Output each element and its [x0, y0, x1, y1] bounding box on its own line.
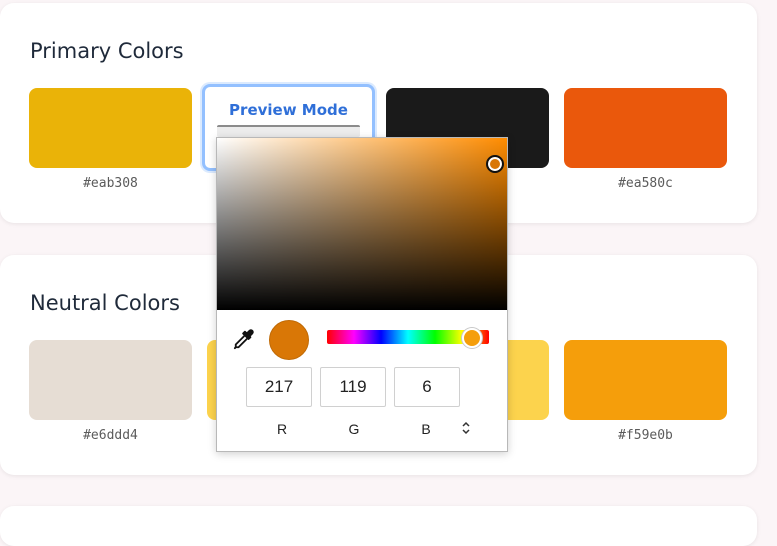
blue-channel-input[interactable]: 6 [394, 367, 460, 407]
color-swatch-primary-4[interactable] [564, 88, 727, 168]
current-color-preview [269, 320, 309, 360]
swatch-hex-label: #f59e0b [618, 428, 673, 443]
hue-slider-handle[interactable] [462, 328, 482, 348]
eyedropper-icon[interactable] [233, 328, 255, 350]
color-swatch-neutral-4[interactable] [564, 340, 727, 420]
swatch-hex-label: #eab308 [83, 176, 138, 191]
section-title: Primary Colors [30, 39, 184, 63]
color-input[interactable] [217, 125, 360, 137]
color-swatch-neutral-1[interactable] [29, 340, 192, 420]
red-channel-label: R [276, 421, 288, 437]
blue-channel-label: B [421, 421, 431, 437]
green-channel-input[interactable]: 119 [320, 367, 386, 407]
next-section-card [0, 506, 757, 546]
up-down-chevron-icon[interactable] [460, 421, 472, 437]
section-title: Neutral Colors [30, 291, 180, 315]
color-picker-popup: 217 119 6 R G B [216, 137, 508, 452]
green-channel-label: G [348, 421, 360, 437]
saturation-value-area[interactable] [217, 138, 507, 310]
preview-mode-label: Preview Mode [229, 101, 348, 119]
red-channel-input[interactable]: 217 [246, 367, 312, 407]
swatch-hex-label: #e6ddd4 [83, 428, 138, 443]
color-swatch-primary-1[interactable] [29, 88, 192, 168]
swatch-hex-label: #ea580c [618, 176, 673, 191]
saturation-handle[interactable] [486, 155, 504, 173]
